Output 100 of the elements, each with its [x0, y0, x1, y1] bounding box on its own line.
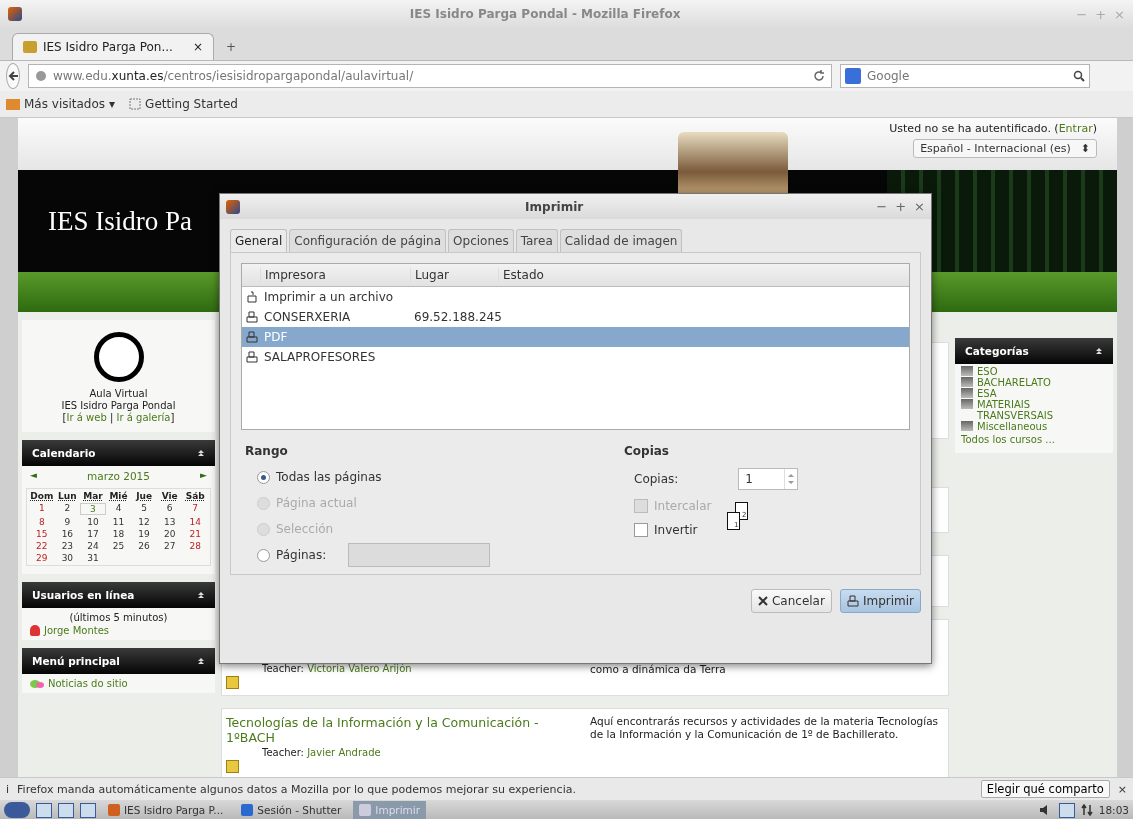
column-header[interactable]: Estado — [498, 268, 909, 282]
calendar-day[interactable]: 18 — [105, 529, 132, 539]
page-icon — [129, 98, 142, 110]
clock[interactable]: 18:03 — [1098, 804, 1129, 816]
checkbox[interactable] — [634, 523, 648, 537]
site-link[interactable]: Ir á galería — [116, 412, 171, 423]
calendar-day[interactable]: 12 — [131, 517, 157, 527]
calendar-day[interactable]: 17 — [80, 529, 106, 539]
printer-row[interactable]: SALAPROFESORES — [242, 347, 909, 367]
network-icon[interactable] — [1080, 804, 1093, 816]
dialog-tab[interactable]: Calidad de imagen — [559, 229, 683, 252]
calendar-day[interactable]: 5 — [131, 503, 157, 515]
category-link[interactable]: MATERIAIS TRANSVERSAIS — [977, 399, 1067, 421]
window-control[interactable]: − — [876, 199, 888, 214]
bookmark-item[interactable]: Más visitados ▾ — [6, 97, 116, 111]
checkbox-label: Invertir — [654, 523, 698, 537]
address-bar[interactable]: www.edu.xunta.es/centros/iesisidropargapondal/aulavirtual/ — [28, 64, 832, 88]
window-icon[interactable] — [80, 802, 96, 818]
collapse-icon[interactable] — [197, 657, 205, 665]
radio-button[interactable] — [257, 470, 270, 484]
calendar-day[interactable]: 31 — [80, 553, 106, 563]
calendar-day[interactable]: 19 — [131, 529, 157, 539]
calendar-day[interactable]: 24 — [80, 541, 106, 551]
browser-tab[interactable]: IES Isidro Parga Pon... × — [12, 33, 214, 60]
column-header[interactable]: Impresora — [260, 268, 410, 282]
calendar-day[interactable]: 16 — [54, 529, 81, 539]
calendar-day[interactable]: 10 — [80, 517, 106, 527]
calendar-day[interactable]: 9 — [54, 517, 81, 527]
calendar-day[interactable]: 26 — [131, 541, 157, 551]
category-link[interactable]: ESO — [977, 366, 1067, 377]
prev-month-button[interactable]: ◄ — [30, 470, 37, 482]
calendar-day[interactable]: 8 — [29, 517, 55, 527]
printer-icon — [246, 331, 258, 343]
user-link[interactable]: Jorge Montes — [44, 625, 110, 636]
calendar-day[interactable]: 27 — [156, 541, 183, 551]
printer-row[interactable]: CONSERXERIA 69.52.188.245 — [242, 307, 909, 327]
globe-icon — [35, 70, 47, 82]
calendar-day[interactable]: 30 — [54, 553, 81, 563]
teacher-link[interactable]: Victoria Valero Arijón — [307, 663, 412, 674]
search-icon[interactable] — [1073, 70, 1085, 82]
calendar-day[interactable]: 6 — [156, 503, 183, 515]
calendar-day[interactable]: 25 — [105, 541, 132, 551]
calendar-day[interactable]: 21 — [182, 529, 208, 539]
tab-close[interactable]: × — [192, 40, 203, 54]
window-control[interactable]: × — [914, 199, 925, 214]
column-header[interactable]: Lugar — [410, 268, 498, 282]
window-icon[interactable] — [36, 802, 52, 818]
language-select[interactable]: Español - Internacional (es) ⬍ — [913, 139, 1097, 158]
all-courses-link[interactable]: Todos los cursos ... — [961, 434, 1107, 445]
window-icon[interactable] — [58, 802, 74, 818]
calendar-day[interactable]: 22 — [29, 541, 55, 551]
site-link[interactable]: Ir á web — [66, 412, 107, 423]
calendar-day[interactable]: 20 — [156, 529, 183, 539]
calendar-day[interactable]: 2 — [54, 503, 81, 515]
calendar-day[interactable]: 15 — [29, 529, 55, 539]
collapse-icon[interactable] — [197, 449, 205, 457]
dialog-tab[interactable]: Configuración de página — [289, 229, 447, 252]
calendar-day[interactable]: 29 — [29, 553, 55, 563]
category-link[interactable]: Miscellaneous — [977, 421, 1067, 432]
dialog-tab[interactable]: Tarea — [515, 229, 558, 252]
calendar-day[interactable]: 1 — [29, 503, 55, 515]
calendar-day[interactable]: 3 — [80, 503, 106, 515]
taskbar-item[interactable]: IES Isidro Parga P... — [102, 801, 230, 819]
reload-icon[interactable] — [813, 70, 825, 82]
calendar-day[interactable]: 14 — [182, 517, 208, 527]
taskbar-item[interactable]: Sesión - Shutter — [235, 801, 348, 819]
folder-icon — [6, 98, 20, 110]
collapse-icon[interactable] — [1095, 347, 1103, 355]
pages-field[interactable] — [348, 543, 491, 567]
copies-spinner[interactable]: 1 — [738, 468, 799, 490]
calendar-day[interactable]: 7 — [182, 503, 208, 515]
new-tab-button[interactable]: + — [226, 40, 237, 54]
print-button[interactable]: Imprimir — [839, 589, 921, 613]
dialog-tab[interactable]: Opciones — [448, 229, 514, 252]
weekday-label: Lun — [57, 491, 78, 501]
search-field[interactable]: Google — [840, 64, 1090, 88]
bookmark-item[interactable]: Getting Started — [129, 97, 238, 111]
collapse-icon[interactable] — [197, 591, 205, 599]
choose-button[interactable]: Elegir qué comparto — [980, 780, 1110, 798]
back-button[interactable] — [6, 63, 20, 89]
printer-row[interactable]: Imprimir a un archivo — [242, 287, 909, 307]
next-month-button[interactable]: ► — [200, 470, 207, 482]
note-icon — [226, 760, 239, 773]
teacher-label: Teacher: Victoria Valero Arijón — [262, 663, 413, 674]
calendar-day[interactable]: 11 — [105, 517, 132, 527]
calendar-day[interactable]: 28 — [182, 541, 208, 551]
category-link[interactable]: BACHARELATO — [977, 377, 1067, 388]
window-control[interactable]: + — [895, 199, 907, 214]
calendar-day[interactable]: 23 — [54, 541, 81, 551]
close-button[interactable]: × — [1117, 782, 1127, 796]
course-title[interactable]: Tecnologías de la Información y la Comunicación - 1ºBACH — [226, 715, 580, 745]
calendar-day[interactable]: 4 — [105, 503, 132, 515]
launcher-icon[interactable] — [4, 802, 30, 818]
cancel-button[interactable]: Cancelar — [750, 589, 832, 613]
category-link[interactable]: ESA — [977, 388, 1067, 399]
teacher-link[interactable]: Javier Andrade — [307, 747, 381, 758]
radio-button[interactable] — [257, 548, 270, 562]
login-link[interactable]: Entrar — [1058, 122, 1093, 135]
calendar-day[interactable]: 13 — [156, 517, 183, 527]
dialog-tab[interactable]: General — [230, 229, 288, 252]
